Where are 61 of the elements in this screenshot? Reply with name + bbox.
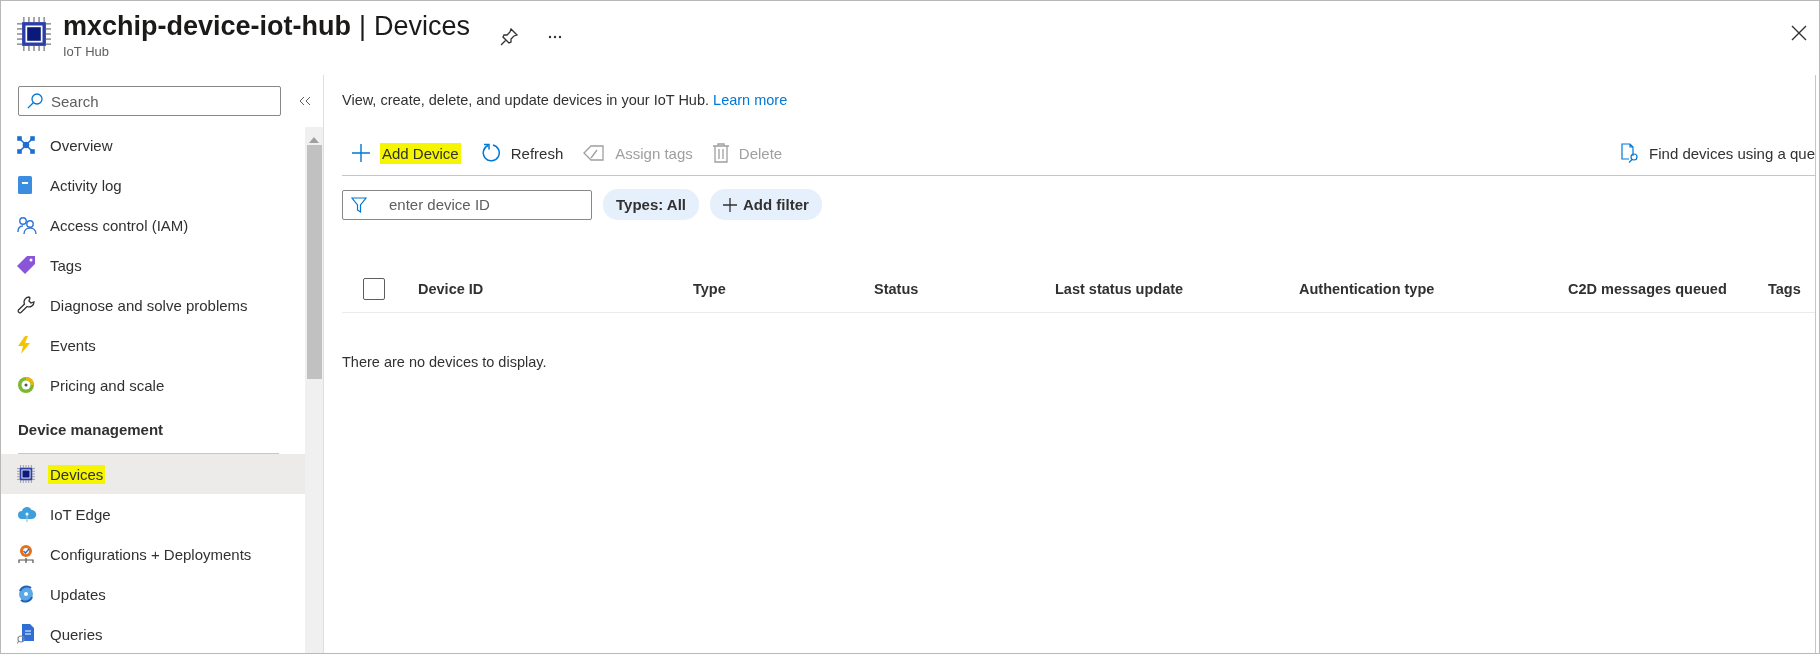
sidebar-item[interactable]: Updates xyxy=(1,574,305,614)
device-id-filter[interactable]: enter device ID xyxy=(342,189,592,220)
document-search-icon xyxy=(17,624,35,644)
select-all-checkbox[interactable] xyxy=(363,277,385,300)
collapse-icon[interactable] xyxy=(299,96,311,106)
plus-icon xyxy=(352,144,370,162)
gear-icon xyxy=(17,544,35,564)
resource-type: IoT Hub xyxy=(63,44,110,59)
sidebar-item[interactable]: Queries xyxy=(1,614,305,653)
filter-icon xyxy=(351,196,367,213)
query-button[interactable]: Find devices using a que xyxy=(1611,137,1815,169)
more-icon[interactable] xyxy=(548,35,563,39)
description-text: View, create, delete, and update devices in your IoT Hub. Learn more xyxy=(342,92,789,110)
sidebar-item[interactable]: Overview xyxy=(1,125,305,165)
sidebar-item[interactable]: IoT Edge xyxy=(1,494,305,534)
refresh-icon xyxy=(480,143,501,163)
column-header[interactable]: Authentication type xyxy=(1299,280,1568,297)
column-header[interactable]: Type xyxy=(693,280,874,297)
empty-message: There are no devices to display. xyxy=(342,354,548,370)
search-field[interactable]: Search xyxy=(18,86,281,116)
trash-icon xyxy=(712,143,729,163)
page-title: Devices xyxy=(374,11,471,42)
filter-pill[interactable]: Types: All xyxy=(603,189,699,220)
sidebar-item[interactable]: Tags xyxy=(1,245,305,285)
plus-icon xyxy=(723,197,737,212)
title-separator: | xyxy=(359,11,367,42)
network-icon xyxy=(17,136,35,154)
column-header[interactable]: Status xyxy=(874,280,1055,297)
sidebar-item[interactable]: Activity log xyxy=(1,165,305,205)
sidebar-item[interactable]: Devices xyxy=(1,454,305,494)
tag-icon xyxy=(583,145,606,161)
cloud-icon xyxy=(17,506,37,522)
sidebar-item[interactable]: Access control (IAM) xyxy=(1,205,305,245)
people-icon xyxy=(17,216,37,234)
chip-icon xyxy=(17,465,35,483)
column-header[interactable]: Tags xyxy=(1768,280,1815,297)
pin-icon[interactable] xyxy=(500,28,519,46)
sidebar-item[interactable]: Configurations + Deployments xyxy=(1,534,305,574)
sidebar-item[interactable]: Diagnose and solve problems xyxy=(1,285,305,325)
sidebar-item[interactable]: Events xyxy=(1,325,305,365)
scrollbar[interactable] xyxy=(305,127,323,653)
column-header[interactable]: Last status update xyxy=(1055,280,1299,297)
column-header[interactable]: C2D messages queued xyxy=(1568,280,1768,297)
tag-icon xyxy=(17,256,35,274)
toolbar-button[interactable]: Add Device xyxy=(342,137,471,169)
resource-title: mxchip-device-iot-hub xyxy=(63,11,352,42)
close-icon[interactable] xyxy=(1791,25,1807,41)
lightning-icon xyxy=(17,336,31,354)
wrench-icon xyxy=(17,296,35,314)
learn-more-link[interactable]: Learn more xyxy=(713,92,788,108)
filter-pill[interactable]: Add filter xyxy=(710,189,822,220)
document-search-icon xyxy=(1621,143,1640,163)
sync-icon xyxy=(17,585,35,603)
toolbar-button[interactable]: Refresh xyxy=(470,137,574,169)
book-icon xyxy=(17,176,33,194)
scrollbar-thumb[interactable] xyxy=(306,145,322,379)
search-icon xyxy=(27,93,43,109)
column-header[interactable]: Device ID xyxy=(418,280,693,297)
coin-icon xyxy=(17,376,35,394)
sidebar-item[interactable]: Pricing and scale xyxy=(1,365,305,405)
chip-icon xyxy=(17,17,51,51)
